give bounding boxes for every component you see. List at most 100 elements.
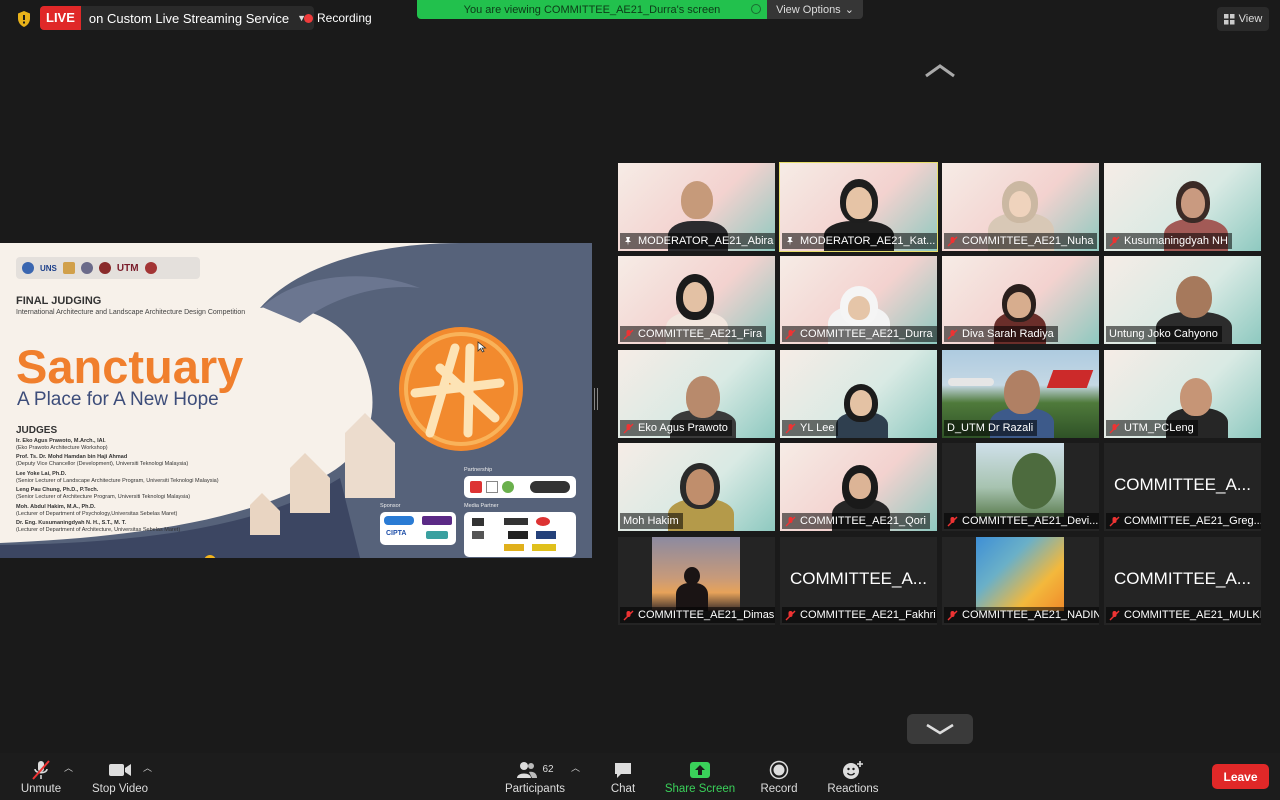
- logo-icon: [472, 531, 484, 539]
- chat-bubble-icon: [615, 762, 631, 778]
- smiley-plus-icon: [843, 760, 863, 779]
- participant-tile[interactable]: COMMITTEE_A... COMMITTEE_AE21_MULKI: [1104, 537, 1261, 625]
- participants-caret-icon[interactable]: ︿: [571, 761, 580, 774]
- participant-name-tag: COMMITTEE_AE21_MULKI: [1106, 607, 1261, 623]
- participant-name-tag: COMMITTEE_AE21_Dimas: [620, 607, 775, 623]
- utm-label: UTM: [116, 262, 139, 274]
- judge-entry: Moh. Abdul Hakim, M.A., Ph.D. (Lecturer o…: [16, 504, 178, 517]
- participant-tile[interactable]: COMMITTEE_AE21_Durra: [780, 256, 937, 344]
- participant-tile[interactable]: COMMITTEE_AE21_Dimas: [618, 537, 775, 625]
- logo-icon: [536, 517, 550, 526]
- live-badge: LIVE: [40, 6, 81, 30]
- logo-icon: [502, 481, 514, 493]
- competition-subtitle: International Architecture and Landscape…: [16, 309, 246, 316]
- muted-mic-icon: [947, 610, 958, 620]
- participant-name-tag: MODERATOR_AE21_Abira: [620, 233, 775, 249]
- record-button[interactable]: Record: [758, 753, 800, 800]
- logo-icon: [472, 518, 484, 526]
- participant-name-tag: COMMITTEE_AE21_NADIN: [944, 607, 1099, 623]
- participant-tile[interactable]: COMMITTEE_AE21_Devi...: [942, 443, 1099, 531]
- shared-screen[interactable]: UNS UTM FINAL JUDGING International Arch…: [0, 243, 592, 558]
- audio-options-caret-icon[interactable]: ︿: [64, 761, 73, 774]
- recording-label: Recording: [317, 11, 372, 25]
- participant-tile[interactable]: COMMITTEE_A... COMMITTEE_AE21_Greg...: [1104, 443, 1261, 531]
- judge-entry: Dr. Eng. Kusumaningdyah N. H., S.T., M. …: [16, 520, 181, 533]
- participant-tile[interactable]: YL Lee: [780, 350, 937, 438]
- security-shield-icon[interactable]: [14, 9, 34, 29]
- participants-button[interactable]: 62 Participants: [504, 753, 566, 800]
- logo-icon: [532, 544, 556, 551]
- record-icon: [769, 760, 789, 779]
- reactions-button[interactable]: Reactions: [826, 753, 880, 800]
- participant-name-tag: Untung Joko Cahyono: [1106, 326, 1222, 342]
- share-screen-button[interactable]: Share Screen: [664, 753, 736, 800]
- chevron-up-icon[interactable]: [924, 64, 956, 78]
- participant-name-tag: COMMITTEE_AE21_Fakhri: [782, 607, 937, 623]
- airplane: [948, 378, 994, 386]
- person-face: [850, 390, 872, 416]
- recording-indicator[interactable]: Recording: [304, 11, 372, 25]
- participant-name-tag: Kusumaningdyah NH: [1106, 233, 1232, 249]
- cipta-label: CIPTA: [386, 530, 407, 537]
- muted-mic-icon: [1109, 423, 1120, 433]
- person-face: [1180, 378, 1212, 416]
- chevron-down-icon: ⌄: [844, 4, 854, 16]
- video-camera-icon: [109, 763, 131, 776]
- airplane-tail: [1046, 370, 1094, 388]
- muted-mic-icon: [785, 423, 796, 433]
- leave-button[interactable]: Leave: [1212, 764, 1269, 789]
- participant-tile[interactable]: D_UTM Dr Razali: [942, 350, 1099, 438]
- media-partner-label: Media Partner: [464, 503, 499, 509]
- participant-tile[interactable]: COMMITTEE_A... COMMITTEE_AE21_Fakhri: [780, 537, 937, 625]
- participants-icon: [517, 761, 538, 778]
- muted-mic-icon: [623, 610, 634, 620]
- participant-tile[interactable]: Moh Hakim: [618, 443, 775, 531]
- media-partner-logos: [464, 512, 576, 557]
- live-service-label: on Custom Live Streaming Service: [88, 10, 290, 26]
- participant-tile[interactable]: COMMITTEE_AE21_Nuha: [942, 163, 1099, 251]
- slide-title: Sanctuary: [16, 340, 244, 393]
- resize-handle[interactable]: [594, 388, 598, 410]
- participant-name-tag: Moh Hakim: [620, 513, 683, 529]
- participant-tile[interactable]: COMMITTEE_AE21_NADIN: [942, 537, 1099, 625]
- view-options-button[interactable]: View Options ⌄: [767, 0, 863, 19]
- view-button[interactable]: View: [1217, 7, 1269, 31]
- video-options-caret-icon[interactable]: ︿: [143, 761, 152, 774]
- next-page-button[interactable]: [907, 714, 973, 744]
- mouse-cursor-icon: [477, 341, 487, 353]
- view-options-label: View Options: [776, 3, 841, 16]
- muted-mic-icon: [623, 329, 634, 339]
- logo-icon: [62, 262, 75, 274]
- participant-tile[interactable]: MODERATOR_AE21_Abira: [618, 163, 775, 251]
- judge-entry: Prof. Ts. Dr. Mohd Hamdan bin Haji Ahmad…: [16, 454, 189, 467]
- logo-icon: [504, 518, 528, 525]
- chat-button[interactable]: Chat: [604, 753, 642, 800]
- unmute-button[interactable]: Unmute: [16, 753, 66, 800]
- participant-name-tag: YL Lee: [782, 420, 839, 436]
- participant-cover-name: COMMITTEE_A...: [790, 569, 927, 588]
- muted-mic-icon: [785, 610, 796, 620]
- person-face: [686, 469, 714, 505]
- circle-icon: [751, 4, 761, 14]
- participant-tile[interactable]: Diva Sarah Radiya: [942, 256, 1099, 344]
- participant-tile[interactable]: COMMITTEE_AE21_Qori: [780, 443, 937, 531]
- logo-icon: [422, 516, 452, 525]
- partnership-logos: [464, 476, 576, 498]
- judge-entry: Leng Pau Chung, Ph.D., P.Tech. (Senior Le…: [16, 487, 191, 500]
- participant-tile[interactable]: UTM_PCLeng: [1104, 350, 1261, 438]
- slide-subtitle: A Place for A New Hope: [17, 389, 219, 410]
- grid-view-icon: [1223, 13, 1235, 24]
- live-stream-dropdown[interactable]: LIVE on Custom Live Streaming Service ▼: [40, 6, 314, 30]
- stop-video-button[interactable]: Stop Video: [90, 753, 150, 800]
- uns-label: UNS: [40, 263, 57, 273]
- participant-count: 62: [542, 764, 554, 775]
- participant-tile[interactable]: Kusumaningdyah NH: [1104, 163, 1261, 251]
- participant-name-tag: COMMITTEE_AE21_Qori: [782, 513, 930, 529]
- utm-logo-icon: [98, 262, 111, 274]
- view-label: View: [1238, 13, 1263, 25]
- participant-tile[interactable]: Untung Joko Cahyono: [1104, 256, 1261, 344]
- participant-tile[interactable]: COMMITTEE_AE21_Fira: [618, 256, 775, 344]
- participant-name-tag: COMMITTEE_AE21_Durra: [782, 326, 937, 342]
- participant-tile[interactable]: Eko Agus Prawoto: [618, 350, 775, 438]
- participant-tile-active-speaker[interactable]: MODERATOR_AE21_Kat...: [779, 162, 938, 252]
